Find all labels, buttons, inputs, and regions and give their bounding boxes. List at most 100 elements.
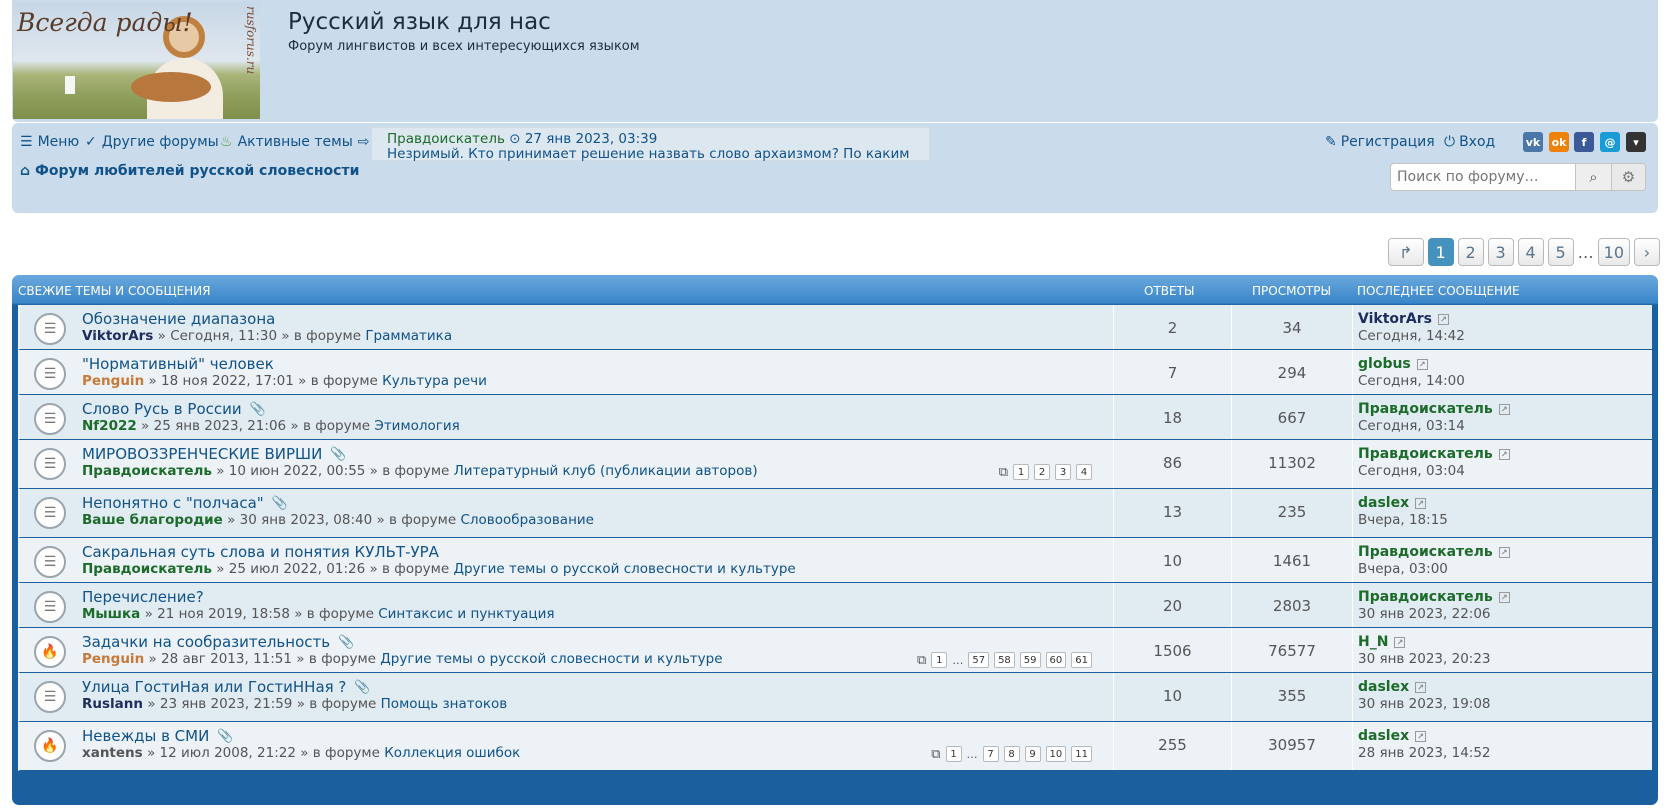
page-10[interactable]: 10 xyxy=(1597,238,1630,266)
goto-last-post-icon[interactable]: ↗ xyxy=(1415,681,1427,693)
mini-page-link[interactable]: 3 xyxy=(1055,464,1071,480)
last-post-author-link[interactable]: H_N ↗ xyxy=(1358,634,1406,650)
last-post-author-link[interactable]: ViktorArs ↗ xyxy=(1358,311,1449,327)
mini-page-link[interactable]: 7 xyxy=(982,746,999,762)
topic-title-link[interactable]: Перечисление? xyxy=(82,588,204,606)
dropdown-icon[interactable]: ▾ xyxy=(1626,132,1646,152)
search-button[interactable]: ⌕ xyxy=(1575,164,1611,190)
mail-icon[interactable]: @ xyxy=(1600,132,1620,152)
topic-author[interactable]: Правдоискатель xyxy=(82,561,212,577)
topic-title-link[interactable]: Невежды в СМИ 📎 xyxy=(82,727,234,745)
topic-title-link[interactable]: "Нормативный" человек xyxy=(82,355,274,373)
arrow-right-icon: ⇨ xyxy=(357,134,370,150)
last-post-author-link[interactable]: daslex ↗ xyxy=(1358,495,1427,511)
site-logo[interactable]: Всегда рады! rusforus.ru xyxy=(13,2,260,119)
views-count: 11302 xyxy=(1268,454,1316,472)
page-2[interactable]: 2 xyxy=(1457,238,1484,266)
facebook-icon[interactable]: f xyxy=(1574,132,1594,152)
topic-title: Невежды в СМИ xyxy=(82,727,210,745)
table-row: ☰ Слово Русь в России 📎 Nf2022 » 25 янв 202… xyxy=(18,395,1652,440)
mini-page-link[interactable]: 11 xyxy=(1071,746,1092,762)
topic-forum[interactable]: Грамматика xyxy=(365,328,452,344)
mini-page-link[interactable]: 1 xyxy=(945,746,962,762)
page-1[interactable]: 1 xyxy=(1427,238,1454,266)
topic-forum[interactable]: Словообразование xyxy=(460,512,594,528)
goto-last-post-icon[interactable]: ↗ xyxy=(1498,403,1510,415)
topic-author[interactable]: Penguin xyxy=(82,651,144,667)
menu-button[interactable]: ☰ Меню xyxy=(20,134,79,150)
topic-forum[interactable]: Культура речи xyxy=(382,373,487,389)
goto-last-post-icon[interactable]: ↗ xyxy=(1498,591,1510,603)
topic-forum[interactable]: Коллекция ошибок xyxy=(384,745,520,761)
register-link[interactable]: ✎ Регистрация xyxy=(1325,134,1435,150)
goto-last-post-icon[interactable]: ↗ xyxy=(1498,448,1510,460)
other-forums-link[interactable]: ✓ Другие форумы xyxy=(85,134,219,150)
topic-forum[interactable]: Синтаксис и пунктуация xyxy=(378,606,554,622)
login-link[interactable]: ⏻ Вход xyxy=(1444,134,1495,150)
topic-forum[interactable]: Помощь знатоков xyxy=(381,696,508,712)
topic-title-link[interactable]: МИРОВОЗЗРЕНЧЕСКИЕ ВИРШИ 📎 xyxy=(82,445,347,463)
last-post-author-link[interactable]: daslex ↗ xyxy=(1358,679,1427,695)
page-5[interactable]: 5 xyxy=(1547,238,1574,266)
topic-author[interactable]: xantens xyxy=(82,745,143,761)
mini-page-link[interactable]: 9 xyxy=(1024,746,1041,762)
separator: » xyxy=(376,512,385,528)
goto-last-post-icon[interactable]: ↗ xyxy=(1415,730,1427,742)
mini-page-link[interactable]: 10 xyxy=(1045,746,1067,762)
goto-last-post-icon[interactable]: ↗ xyxy=(1498,546,1510,558)
topic-author[interactable]: Penguin xyxy=(82,373,144,389)
last-post-author-link[interactable]: Правдоискатель ↗ xyxy=(1358,589,1510,605)
topic-author[interactable]: Правдоискатель xyxy=(82,463,212,479)
jump-to-page-button[interactable]: ↱ xyxy=(1387,238,1424,266)
goto-last-post-icon[interactable]: ↗ xyxy=(1394,636,1406,648)
last-post-author-link[interactable]: Правдоискатель ↗ xyxy=(1358,544,1510,560)
last-post-author-link[interactable]: daslex ↗ xyxy=(1358,728,1427,744)
last-post-author-link[interactable]: globus ↗ xyxy=(1358,356,1428,372)
vk-icon[interactable]: vk xyxy=(1523,132,1543,152)
next-page-button[interactable]: › xyxy=(1634,238,1660,266)
mini-page-link[interactable]: 59 xyxy=(1019,652,1041,668)
topic-author[interactable]: Мышка xyxy=(82,606,140,622)
page-3[interactable]: 3 xyxy=(1487,238,1514,266)
goto-last-post-icon[interactable]: ↗ xyxy=(1415,497,1427,509)
topic-title-link[interactable]: Улица ГостиНая или ГостиННая ? 📎 xyxy=(82,678,371,696)
mini-page-link[interactable]: 58 xyxy=(994,652,1015,668)
topic-pages: ⧉ 1 … 7 8 9 10 11 xyxy=(931,746,1092,762)
ticker-author[interactable]: Правдоискатель xyxy=(387,131,505,147)
topic-title-link[interactable]: Непонятно с "полчаса" 📎 xyxy=(82,494,288,512)
topic-title-link[interactable]: Обозначение диапазона xyxy=(82,310,275,328)
topic-forum[interactable]: Этимология xyxy=(374,418,459,434)
topic-title-link[interactable]: Задачки на сообразительность 📎 xyxy=(82,633,354,651)
last-post-author-link[interactable]: Правдоискатель ↗ xyxy=(1358,401,1510,417)
topic-author[interactable]: ViktorArs xyxy=(82,328,153,344)
active-topics-link[interactable]: ♨ Активные темы ⇨ xyxy=(220,134,370,150)
topic-forum[interactable]: Другие темы о русской словесности и куль… xyxy=(380,651,722,667)
page-4[interactable]: 4 xyxy=(1517,238,1544,266)
search-input[interactable] xyxy=(1391,164,1575,190)
site-header: Всегда рады! rusforus.ru Русский язык дл… xyxy=(12,0,1658,122)
in-forum-label: в форуме xyxy=(306,606,374,622)
advanced-search-button[interactable]: ⚙ xyxy=(1611,164,1645,190)
mini-page-link[interactable]: 60 xyxy=(1045,652,1067,668)
breadcrumb[interactable]: ⌂ Форум любителей русской словесности xyxy=(20,163,359,179)
topic-author[interactable]: Ваше благородие xyxy=(82,512,223,528)
topic-author[interactable]: Ruslann xyxy=(82,696,143,712)
topic-forum[interactable]: Другие темы о русской словесности и куль… xyxy=(453,561,795,577)
goto-last-post-icon[interactable]: ↗ xyxy=(1416,358,1428,370)
topic-forum[interactable]: Литературный клуб (публикации авторов) xyxy=(454,463,758,479)
mini-page-link[interactable]: 8 xyxy=(1003,746,1020,762)
odnoklassniki-icon[interactable]: ok xyxy=(1549,132,1569,152)
last-post-author-link[interactable]: Правдоискатель ↗ xyxy=(1358,446,1510,462)
topic-author[interactable]: Nf2022 xyxy=(82,418,137,434)
ticker-text[interactable]: Незримый. Кто принимает решение назвать … xyxy=(387,146,909,162)
topic-title-link[interactable]: Слово Русь в России 📎 xyxy=(82,400,266,418)
mini-page-link[interactable]: 1 xyxy=(931,652,948,668)
mini-page-link[interactable]: 4 xyxy=(1076,464,1092,480)
mini-page-link[interactable]: 1 xyxy=(1013,464,1029,480)
mini-page-link[interactable]: 57 xyxy=(968,652,990,668)
news-ticker[interactable]: Правдоискатель ⊙ 27 янв 2023, 03:39 Незр… xyxy=(371,127,930,162)
mini-page-link[interactable]: 2 xyxy=(1034,464,1050,480)
topic-title-link[interactable]: Сакральная суть слова и понятия КУЛЬТ-УР… xyxy=(82,543,439,561)
mini-page-link[interactable]: 61 xyxy=(1071,652,1092,668)
goto-last-post-icon[interactable]: ↗ xyxy=(1438,313,1449,325)
